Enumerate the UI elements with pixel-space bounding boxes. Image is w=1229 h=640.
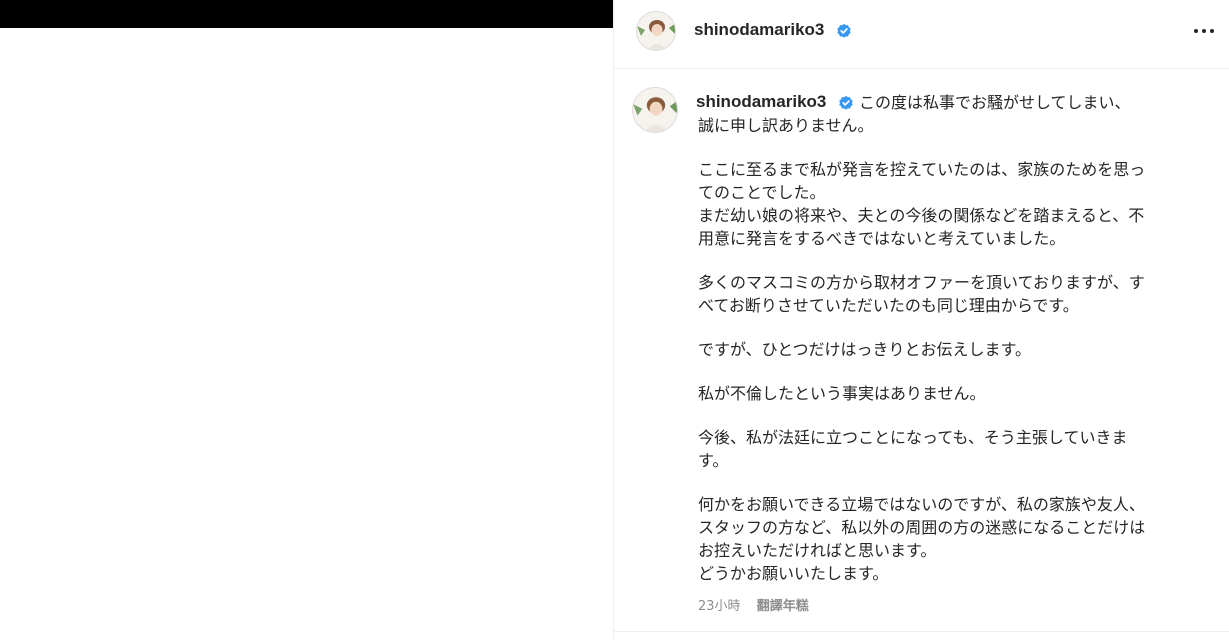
- caption-line: べてお断りさせていただいたのも同じ理由からです。: [698, 296, 1079, 315]
- more-options-icon[interactable]: [1190, 20, 1218, 42]
- caption-line: 私が不倫したという事実はありません。: [698, 384, 986, 403]
- divider: [614, 631, 1229, 632]
- caption-line: スタッフの方など、私以外の周囲の方の迷惑になることだけは: [698, 518, 1146, 537]
- caption-line: まだ幼い娘の将来や、夫との今後の関係などを踏まえると、不: [698, 206, 1145, 225]
- verified-badge-icon: [837, 23, 851, 38]
- caption-text: 誠に申し訳ありません。 ここに至るまで私が発言を控えていたのは、家族のためを思っ…: [698, 114, 1198, 585]
- caption-line: す。: [698, 451, 729, 470]
- post-side-panel: shinodamariko3 shinodamariko3 この度は私事でお騒が…: [613, 0, 1229, 640]
- caption-line: ですが、ひとつだけはっきりとお伝えします。: [698, 340, 1031, 359]
- post-header: shinodamariko3: [614, 0, 1229, 69]
- post-media-area: [0, 0, 613, 640]
- caption-line: どうかお願いいたします。: [698, 564, 889, 583]
- caption-verified-badge-icon: [839, 95, 853, 110]
- post-meta-row: 23小時 翻譯年糕: [698, 595, 809, 614]
- media-top-bar: [0, 0, 613, 28]
- caption-first-line: この度は私事でお騒がせしてしまい、: [859, 93, 1131, 112]
- caption-author-username[interactable]: shinodamariko3: [696, 92, 826, 112]
- caption-line: 今後、私が法廷に立つことになっても、そう主張していきま: [698, 428, 1128, 447]
- caption-line: 何かをお願いできる立場ではないのですが、私の家族や友人、: [698, 495, 1145, 514]
- see-translation-link[interactable]: 翻譯年糕: [757, 599, 809, 614]
- post-timestamp[interactable]: 23小時: [698, 599, 741, 614]
- caption-line: 用意に発言をするべきではないと考えていました。: [698, 229, 1066, 248]
- caption-line: お控えいただければと思います。: [698, 541, 937, 560]
- caption-line: てのことでした。: [698, 183, 826, 202]
- author-avatar[interactable]: [636, 11, 676, 51]
- caption-line: ここに至るまで私が発言を控えていたのは、家族のためを思っ: [698, 160, 1146, 179]
- caption-line: 多くのマスコミの方から取材オファーを頂いておりますが、す: [698, 273, 1145, 292]
- caption-author-avatar[interactable]: [632, 87, 678, 133]
- caption-line: 誠に申し訳ありません。: [698, 116, 874, 135]
- author-username[interactable]: shinodamariko3: [694, 20, 824, 40]
